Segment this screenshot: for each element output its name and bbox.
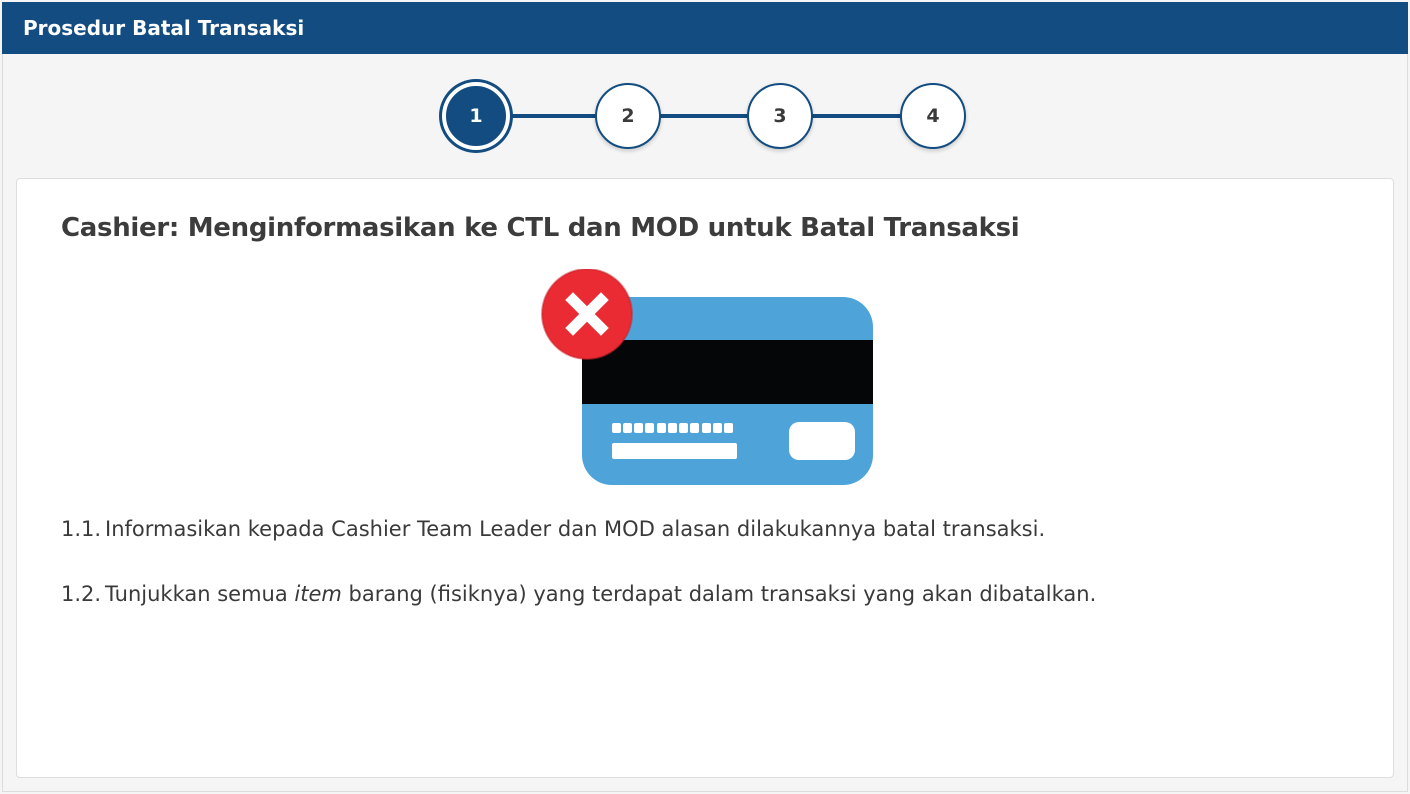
step-1-label: 1	[469, 105, 483, 127]
step-2-label: 2	[621, 105, 635, 127]
step-3-button[interactable]: 3	[747, 83, 813, 149]
item-text-before: Tunjukkan semua	[105, 582, 295, 606]
step-1-button[interactable]: 1	[446, 86, 506, 146]
page-title: Prosedur Batal Transaksi	[23, 16, 305, 40]
cancelled-credit-card-icon	[541, 268, 881, 489]
page-header: Prosedur Batal Transaksi	[2, 2, 1408, 54]
item-number: 1.1.	[61, 517, 102, 541]
step-3-label: 3	[773, 105, 787, 127]
step-connector	[660, 114, 754, 118]
section-title: Cashier: Menginformasikan ke CTL dan MOD…	[61, 213, 1020, 243]
list-item: 1.2. Tunjukkan semua item barang (fisikn…	[61, 578, 1361, 610]
item-text-after: barang (fisiknya) yang terdapat dalam tr…	[341, 582, 1097, 606]
item-text: Informasikan kepada Cashier Team Leader …	[105, 517, 1046, 541]
list-item: 1.1. Informasikan kepada Cashier Team Le…	[61, 513, 1361, 545]
step-progress: 1 2 3 4	[440, 80, 970, 152]
step-2-button[interactable]: 2	[595, 83, 661, 149]
step-connector	[812, 114, 906, 118]
item-text: Tunjukkan semua item barang (fisiknya) y…	[105, 582, 1096, 606]
item-number: 1.2.	[61, 582, 102, 606]
instruction-list: 1.1. Informasikan kepada Cashier Team Le…	[61, 513, 1361, 610]
item-text-emphasis: item	[294, 582, 342, 606]
step-4-button[interactable]: 4	[900, 83, 966, 149]
step-4-label: 4	[926, 105, 940, 127]
content-card: Cashier: Menginformasikan ke CTL dan MOD…	[16, 178, 1394, 778]
step-connector	[506, 114, 600, 118]
